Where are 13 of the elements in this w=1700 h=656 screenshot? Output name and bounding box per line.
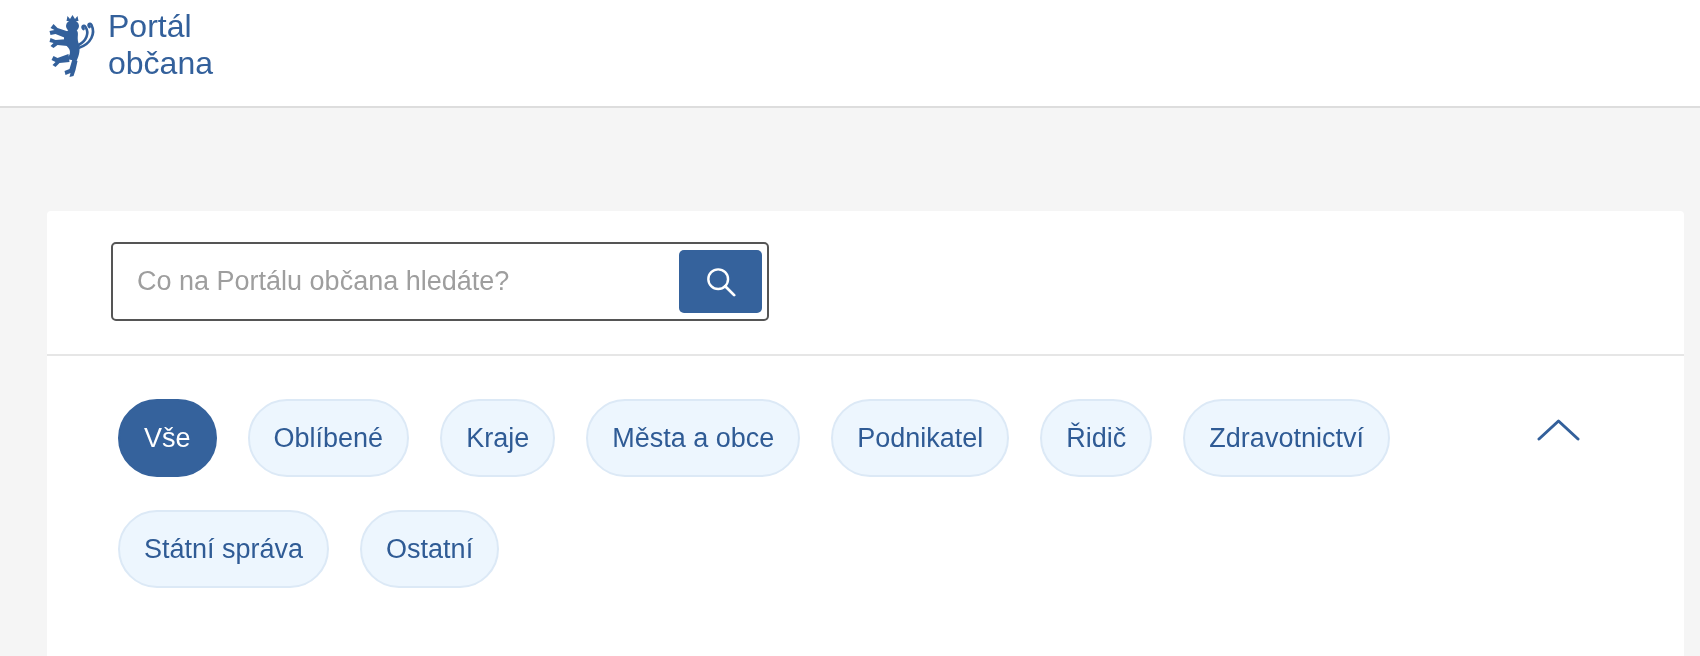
category-chip[interactable]: Státní správa (118, 510, 330, 588)
category-chip[interactable]: Města a obce (586, 399, 801, 477)
search-field[interactable]: Co na Portálu občana hledáte? (111, 242, 769, 321)
category-chip[interactable]: Podnikatel (831, 399, 1010, 477)
category-chip[interactable]: Oblíbené (247, 399, 410, 477)
category-chip[interactable]: Řidič (1040, 399, 1153, 477)
category-chip[interactable]: Ostatní (360, 510, 500, 588)
search-button[interactable] (679, 250, 762, 313)
search-icon (705, 266, 736, 297)
category-chip[interactable]: Vše (118, 399, 217, 477)
category-chip[interactable]: Kraje (440, 399, 556, 477)
portal-title[interactable]: Portál občana (108, 8, 213, 82)
category-chip[interactable]: Zdravotnictví (1183, 399, 1390, 477)
